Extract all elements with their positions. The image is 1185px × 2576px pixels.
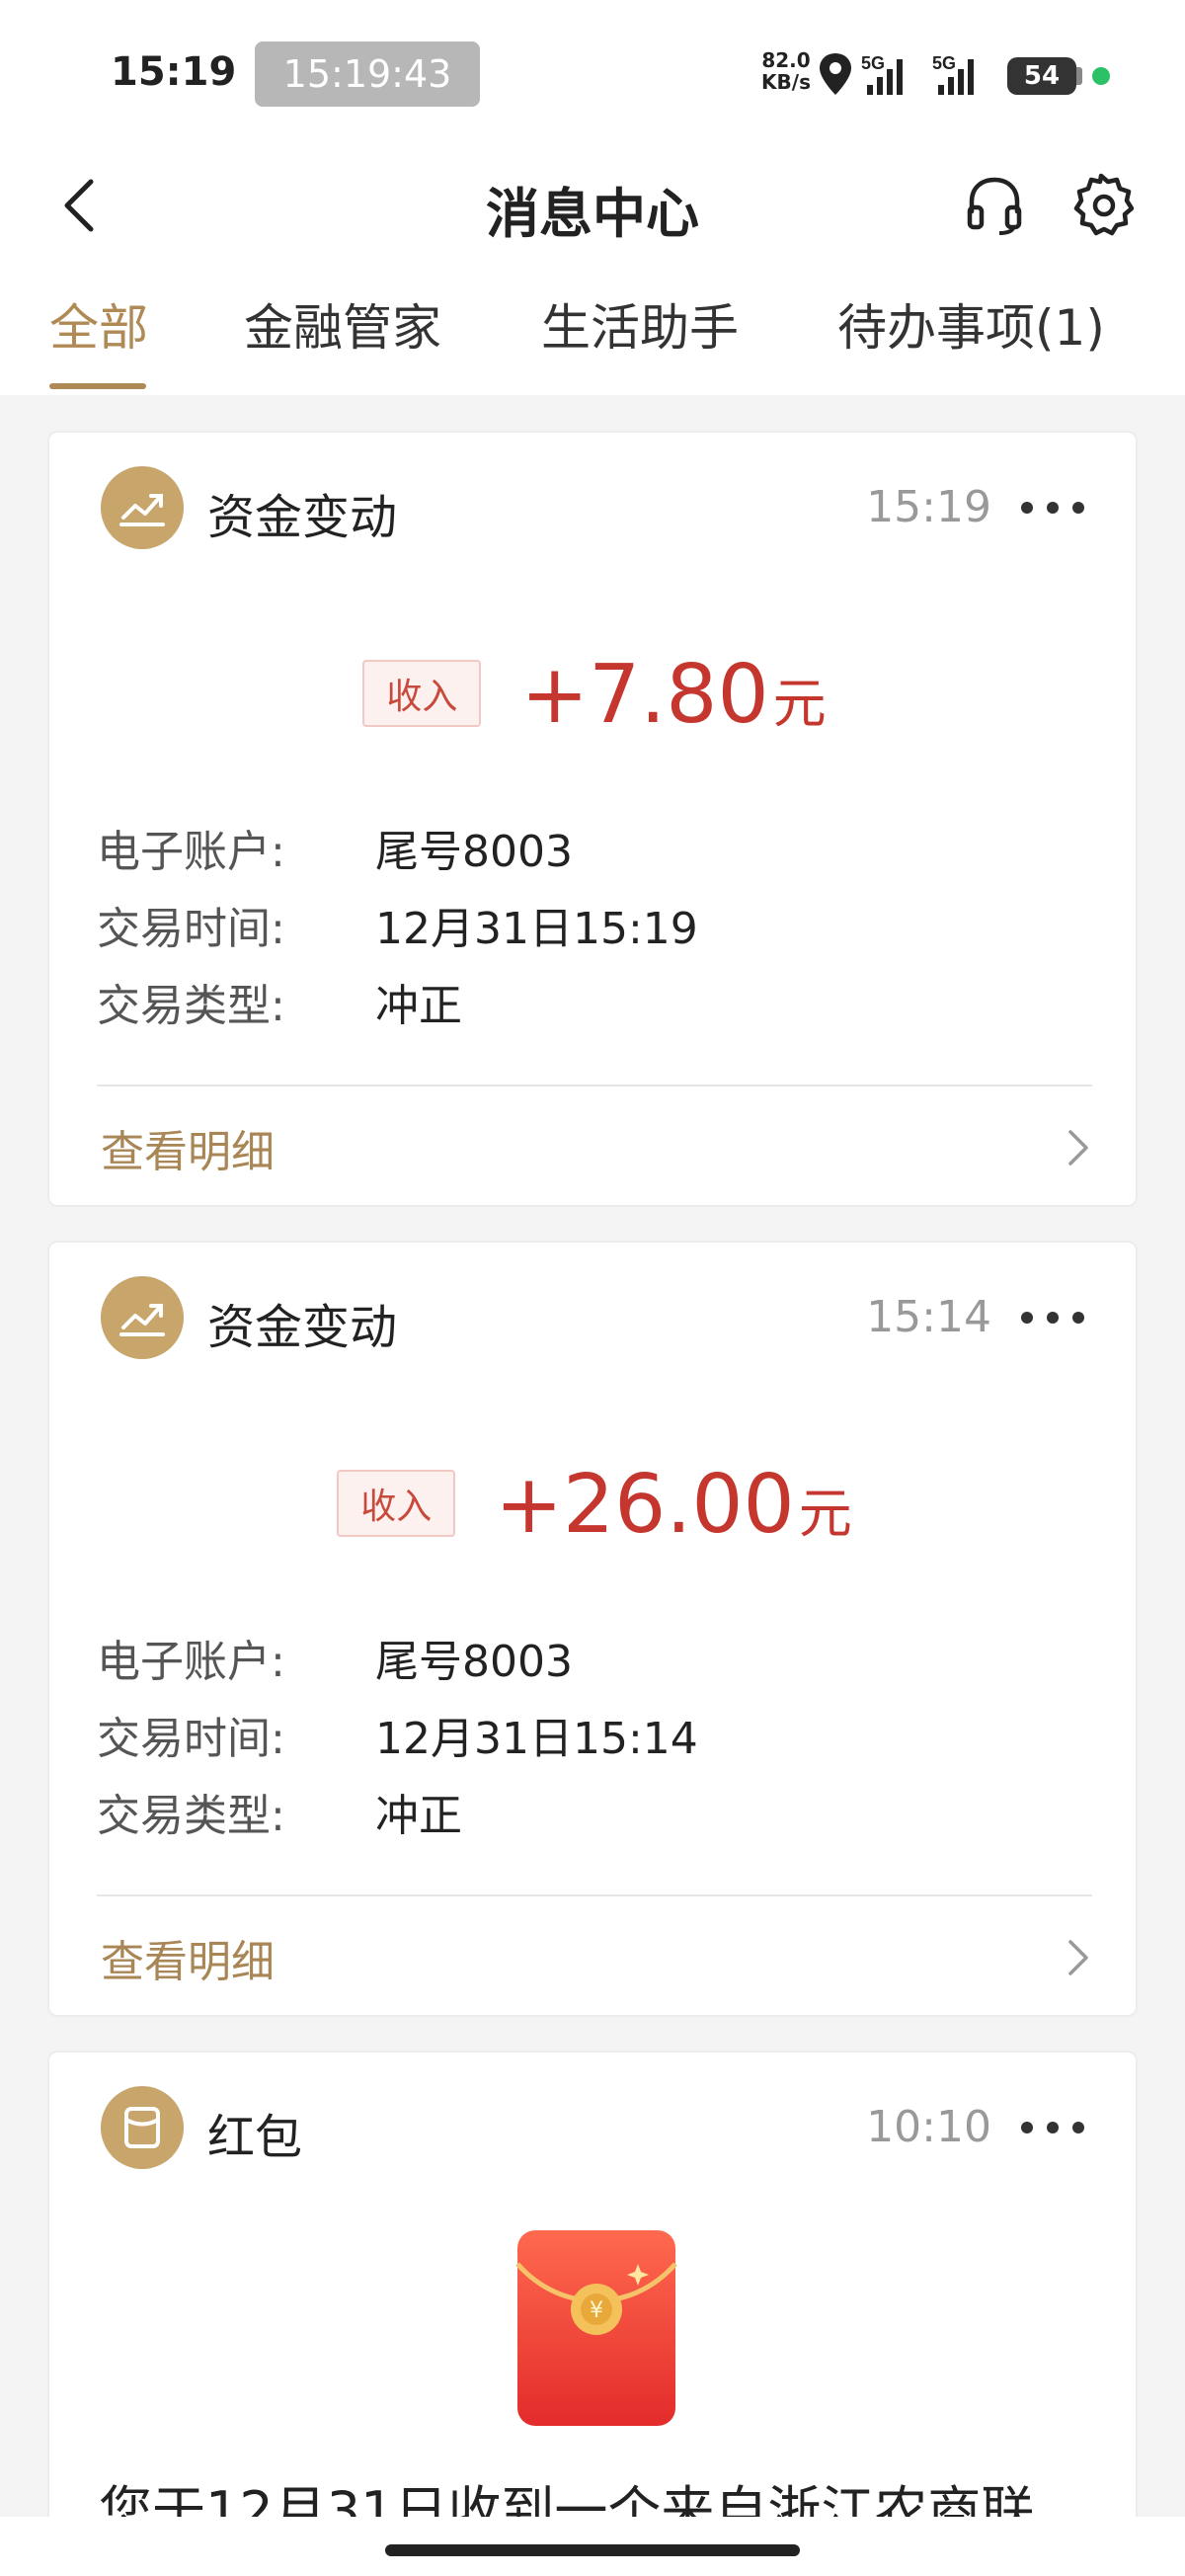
amount-unit: 元 [772,673,827,735]
more-options-icon[interactable] [1021,2108,1084,2147]
amount-value: +7.80 [520,648,769,742]
status-time: 15:19 [111,49,237,95]
red-packet-card[interactable]: 红包 10:10 ¥ 您于12月31日收到一个来自浙江农商联 [47,2051,1138,2564]
red-packet-icon [101,2086,184,2169]
amount-value: +26.00 [495,1458,795,1552]
divider [97,1894,1092,1896]
fund-change-card[interactable]: 资金变动 15:19 收入 +7.80 元 电子账户: 尾号8003 交易时间:… [47,431,1138,1207]
fund-chart-icon [101,1276,184,1359]
clock-pill: 15:19:43 [255,41,480,107]
view-details-link[interactable]: 查看明细 [101,1926,275,1989]
page-title: 消息中心 [486,183,699,245]
card-time: 10:10 [866,2102,991,2152]
amount-unit: 元 [798,1483,852,1545]
network-speed-value: 82.0 [761,48,811,72]
tab-life-assistant[interactable]: 生活助手 [541,288,739,360]
fund-change-card[interactable]: 资金变动 15:14 收入 +26.00 元 电子账户: 尾号8003 交易时间… [47,1241,1138,2017]
chevron-right-icon[interactable] [1063,1938,1092,1977]
time-label: 交易时间: [97,1714,285,1764]
amount-row: 收入 +26.00 元 [49,1458,1140,1552]
divider [97,1085,1092,1087]
tab-todo[interactable]: 待办事项(1) [837,288,1105,360]
network-speed: 82.0 KB/s [756,49,816,93]
chevron-right-icon[interactable] [1063,1128,1092,1167]
network-type-1: 5G [861,53,885,73]
card-title: 资金变动 [207,490,398,545]
headset-icon[interactable] [962,172,1027,237]
account-value: 尾号8003 [375,1637,573,1687]
type-value: 冲正 [375,1791,462,1841]
top-bar: 15:19 15:19:43 82.0 KB/s 5G 5G 54 消息中心 全… [0,0,1185,395]
tab-all[interactable]: 全部 [49,288,148,360]
battery-nub [1076,67,1082,85]
account-label: 电子账户: [97,1637,285,1687]
view-details-link[interactable]: 查看明细 [101,1116,275,1179]
card-title: 资金变动 [207,1300,398,1355]
location-icon [820,53,851,95]
home-indicator[interactable] [385,2544,800,2556]
account-value: 尾号8003 [375,827,573,877]
time-value: 12月31日15:14 [375,1714,698,1764]
type-value: 冲正 [375,981,462,1031]
account-label: 电子账户: [97,827,285,877]
network-speed-unit: KB/s [761,70,811,94]
battery-icon: 54 [1007,57,1076,95]
tab-finance-butler[interactable]: 金融管家 [244,288,441,360]
card-time: 15:14 [866,1292,991,1342]
active-tab-indicator [49,383,146,389]
time-label: 交易时间: [97,904,285,954]
amount-row: 收入 +7.80 元 [49,648,1140,742]
income-badge: 收入 [337,1470,456,1537]
privacy-indicator-icon [1092,67,1110,85]
red-envelope-icon[interactable]: ¥ [512,2224,681,2432]
type-label: 交易类型: [97,1791,285,1841]
more-options-icon[interactable] [1021,488,1084,527]
back-icon[interactable] [55,176,105,235]
type-label: 交易类型: [97,981,285,1031]
fund-chart-icon [101,466,184,549]
network-type-2: 5G [932,53,956,73]
card-title: 红包 [207,2110,303,2165]
signal-icons: 5G 5G [820,53,974,95]
card-time: 15:19 [866,482,991,532]
income-badge: 收入 [362,660,482,727]
svg-text:¥: ¥ [590,2298,603,2323]
time-value: 12月31日15:19 [375,904,698,954]
settings-gear-icon[interactable] [1068,172,1134,237]
more-options-icon[interactable] [1021,1298,1084,1337]
